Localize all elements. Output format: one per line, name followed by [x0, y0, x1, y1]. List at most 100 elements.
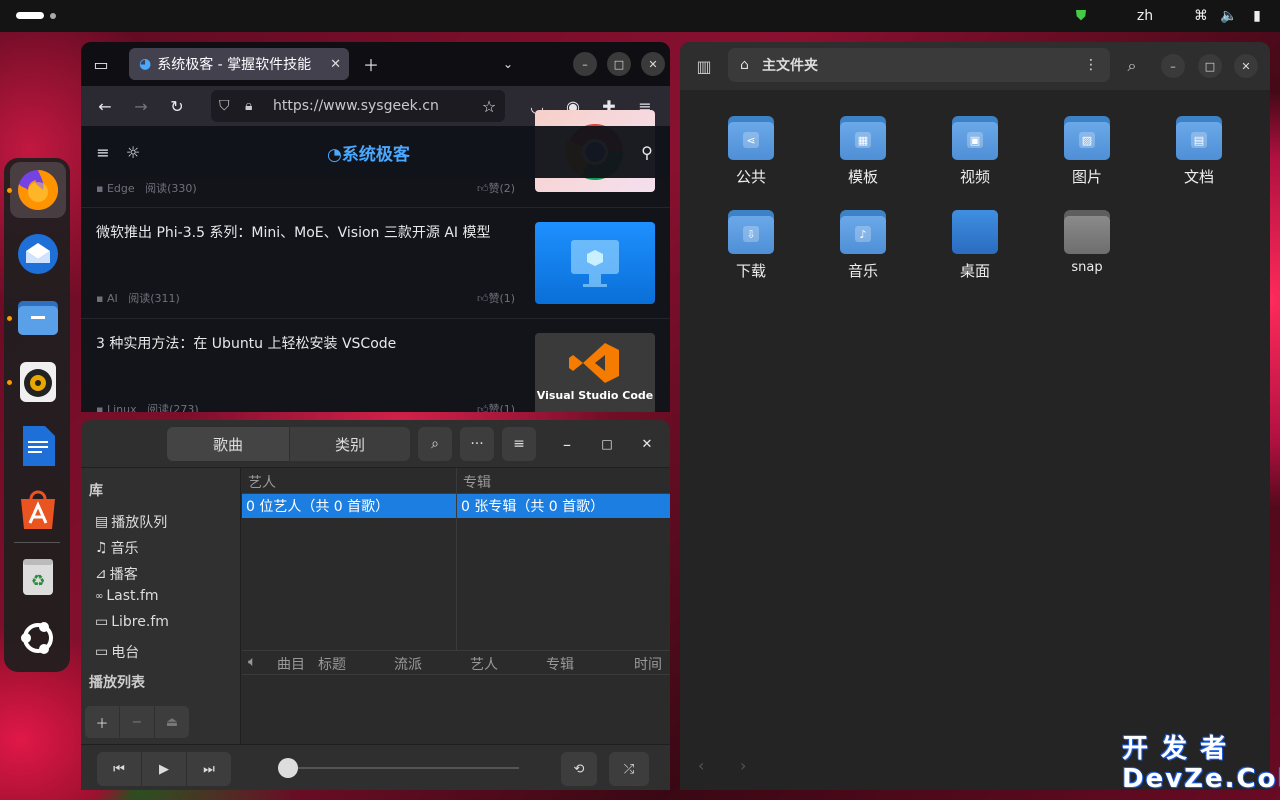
- security-shield-icon[interactable]: ⛊: [1072, 8, 1090, 24]
- home-icon: ⌂: [740, 57, 749, 73]
- article-title[interactable]: 3 种实用方法：在 Ubuntu 上轻松安装 VSCode: [96, 333, 396, 353]
- forward-icon[interactable]: ›: [740, 756, 746, 775]
- folder-item[interactable]: ▨ 图片: [1047, 116, 1127, 187]
- genre-column-header[interactable]: 流派: [394, 654, 422, 674]
- sidebar-item-play-queue[interactable]: ▤ 播放队列: [95, 512, 167, 532]
- workspace-indicator[interactable]: [50, 13, 56, 19]
- artist-column-header[interactable]: 艺人: [470, 654, 498, 674]
- app-center-icon[interactable]: [10, 482, 66, 538]
- folder-desktop-icon: [952, 210, 998, 254]
- article-likes: 赞(2): [488, 182, 516, 195]
- article-item[interactable]: 微软推出 Phi-3.5 系列：Mini、MoE、Vision 三款开源 AI …: [81, 208, 670, 319]
- workspace-indicator-active[interactable]: [16, 12, 44, 19]
- tab-songs[interactable]: 歌曲: [167, 427, 289, 461]
- library-sidebar: 库 ▤ 播放队列 ♫ 音乐 ⊿ 播客 ∞ Last.fm ▭ Libre.fm ▭ 电台 播…: [81, 468, 241, 744]
- sidebar-item-radio[interactable]: ▭ 电台: [95, 642, 139, 662]
- album-column-header[interactable]: 专辑: [463, 472, 491, 492]
- article-reads: 阅读(330): [145, 182, 197, 195]
- seek-handle[interactable]: [278, 758, 298, 778]
- album-column-header[interactable]: 专辑: [546, 654, 574, 674]
- battery-icon[interactable]: ▮: [1248, 8, 1266, 24]
- lock-icon[interactable]: 🔒︎: [245, 98, 252, 114]
- site-search-icon[interactable]: ⚲: [635, 140, 659, 164]
- play-icon[interactable]: ▶: [142, 752, 186, 786]
- previous-icon[interactable]: ⏮: [97, 752, 141, 786]
- network-icon[interactable]: ⌘: [1192, 8, 1210, 24]
- repeat-icon[interactable]: ⟲: [561, 752, 597, 786]
- rhythmbox-icon[interactable]: [10, 354, 66, 410]
- firefox-view-icon[interactable]: ▭: [89, 52, 113, 76]
- libreoffice-writer-icon[interactable]: [10, 418, 66, 474]
- sidebar-item-librefm[interactable]: ▭ Libre.fm: [95, 614, 169, 630]
- tab-categories[interactable]: 类别: [290, 427, 410, 461]
- back-icon[interactable]: ←: [93, 94, 117, 118]
- seek-slider[interactable]: [281, 767, 519, 769]
- folder-item[interactable]: ⇩ 下载: [711, 210, 791, 281]
- path-menu-icon[interactable]: ⋮: [1084, 57, 1098, 73]
- folder-item[interactable]: ▣ 视频: [935, 116, 1015, 187]
- site-menu-icon[interactable]: ≡: [91, 140, 115, 164]
- folder-item[interactable]: 桌面: [935, 210, 1015, 281]
- browser-tab[interactable]: ◕ 系统极客 - 掌握软件技能 ✕: [129, 48, 349, 80]
- like-icon: 👍︎: [477, 403, 489, 412]
- theme-toggle-icon[interactable]: ☼: [121, 140, 145, 164]
- reload-icon[interactable]: ↻: [165, 94, 189, 118]
- next-icon[interactable]: ⏭: [187, 752, 231, 786]
- input-language[interactable]: zh: [1136, 8, 1154, 24]
- sidebar-item-podcasts[interactable]: ⊿ 播客: [95, 564, 138, 584]
- trash-icon[interactable]: ♻: [10, 548, 66, 604]
- artist-row-all[interactable]: 0 位艺人（共 0 首歌）: [242, 494, 456, 518]
- thunderbird-icon[interactable]: [10, 226, 66, 282]
- shuffle-icon[interactable]: ⤮: [609, 752, 649, 786]
- url-bar[interactable]: ⛉ 🔒︎ https://www.sysgeek.cn: [211, 90, 505, 122]
- maximize-icon[interactable]: □: [1198, 54, 1222, 78]
- folder-item[interactable]: ♪ 音乐: [823, 210, 903, 281]
- maximize-icon[interactable]: □: [595, 432, 619, 456]
- close-icon[interactable]: ✕: [1234, 54, 1258, 78]
- article-item[interactable]: 3 种实用方法：在 Ubuntu 上轻松安装 VSCode ▪ Linux 阅读…: [81, 319, 670, 412]
- minimize-icon[interactable]: –: [1161, 54, 1185, 78]
- time-column-header[interactable]: 时间: [634, 654, 662, 674]
- forward-icon[interactable]: →: [129, 94, 153, 118]
- path-bar[interactable]: ⌂ 主文件夹 ⋮: [728, 48, 1110, 82]
- close-icon[interactable]: ✕: [641, 52, 665, 76]
- title-column-header[interactable]: 标题: [318, 654, 346, 674]
- sidebar-item-lastfm[interactable]: ∞ Last.fm: [95, 588, 159, 604]
- close-tab-icon[interactable]: ✕: [330, 57, 341, 72]
- article-thumbnail[interactable]: Visual Studio Code: [535, 333, 655, 412]
- site-logo[interactable]: ◔系统极客: [327, 140, 410, 165]
- search-icon[interactable]: ⌕: [418, 427, 452, 461]
- more-options-icon[interactable]: ···: [460, 427, 494, 461]
- article-thumbnail[interactable]: [535, 222, 655, 304]
- tracking-shield-icon[interactable]: ⛉: [219, 98, 230, 114]
- album-row-all[interactable]: 0 张专辑（共 0 首歌）: [457, 494, 670, 518]
- artist-column-header[interactable]: 艺人: [248, 472, 276, 492]
- bookmark-star-icon[interactable]: ☆: [477, 94, 501, 118]
- now-playing-column-icon: 🔈︎: [248, 654, 257, 670]
- eject-button[interactable]: ⏏: [155, 706, 189, 738]
- volume-icon[interactable]: 🔈: [1220, 8, 1238, 24]
- maximize-icon[interactable]: □: [607, 52, 631, 76]
- app-menu-icon[interactable]: ≡: [502, 427, 536, 461]
- firefox-icon[interactable]: [10, 162, 66, 218]
- folder-item[interactable]: snap: [1047, 210, 1127, 275]
- sidebar-item-music[interactable]: ♫ 音乐: [95, 538, 139, 558]
- new-tab-icon[interactable]: ＋: [359, 52, 383, 76]
- system-tray[interactable]: ⛊ zh ⌘ 🔈 ▮: [1072, 6, 1266, 26]
- back-icon[interactable]: ‹: [698, 756, 704, 775]
- sidebar-toggle-icon[interactable]: ▥: [692, 54, 716, 78]
- list-tabs-icon[interactable]: ⌄: [496, 52, 520, 76]
- article-title[interactable]: 微软推出 Phi-3.5 系列：Mini、MoE、Vision 三款开源 AI …: [96, 222, 490, 242]
- search-icon[interactable]: ⌕: [1120, 54, 1144, 78]
- track-column-header[interactable]: 曲目: [277, 654, 305, 674]
- files-app-icon[interactable]: [10, 290, 66, 346]
- close-icon[interactable]: ✕: [635, 432, 659, 456]
- minimize-icon[interactable]: –: [555, 432, 579, 456]
- minimize-icon[interactable]: –: [573, 52, 597, 76]
- folder-item[interactable]: ⋖ 公共: [711, 116, 791, 187]
- show-apps-icon[interactable]: [10, 610, 66, 666]
- add-playlist-button[interactable]: ＋: [85, 706, 119, 738]
- folder-item[interactable]: ▦ 模板: [823, 116, 903, 187]
- folder-item[interactable]: ▤ 文档: [1159, 116, 1239, 187]
- remove-playlist-button[interactable]: −: [120, 706, 154, 738]
